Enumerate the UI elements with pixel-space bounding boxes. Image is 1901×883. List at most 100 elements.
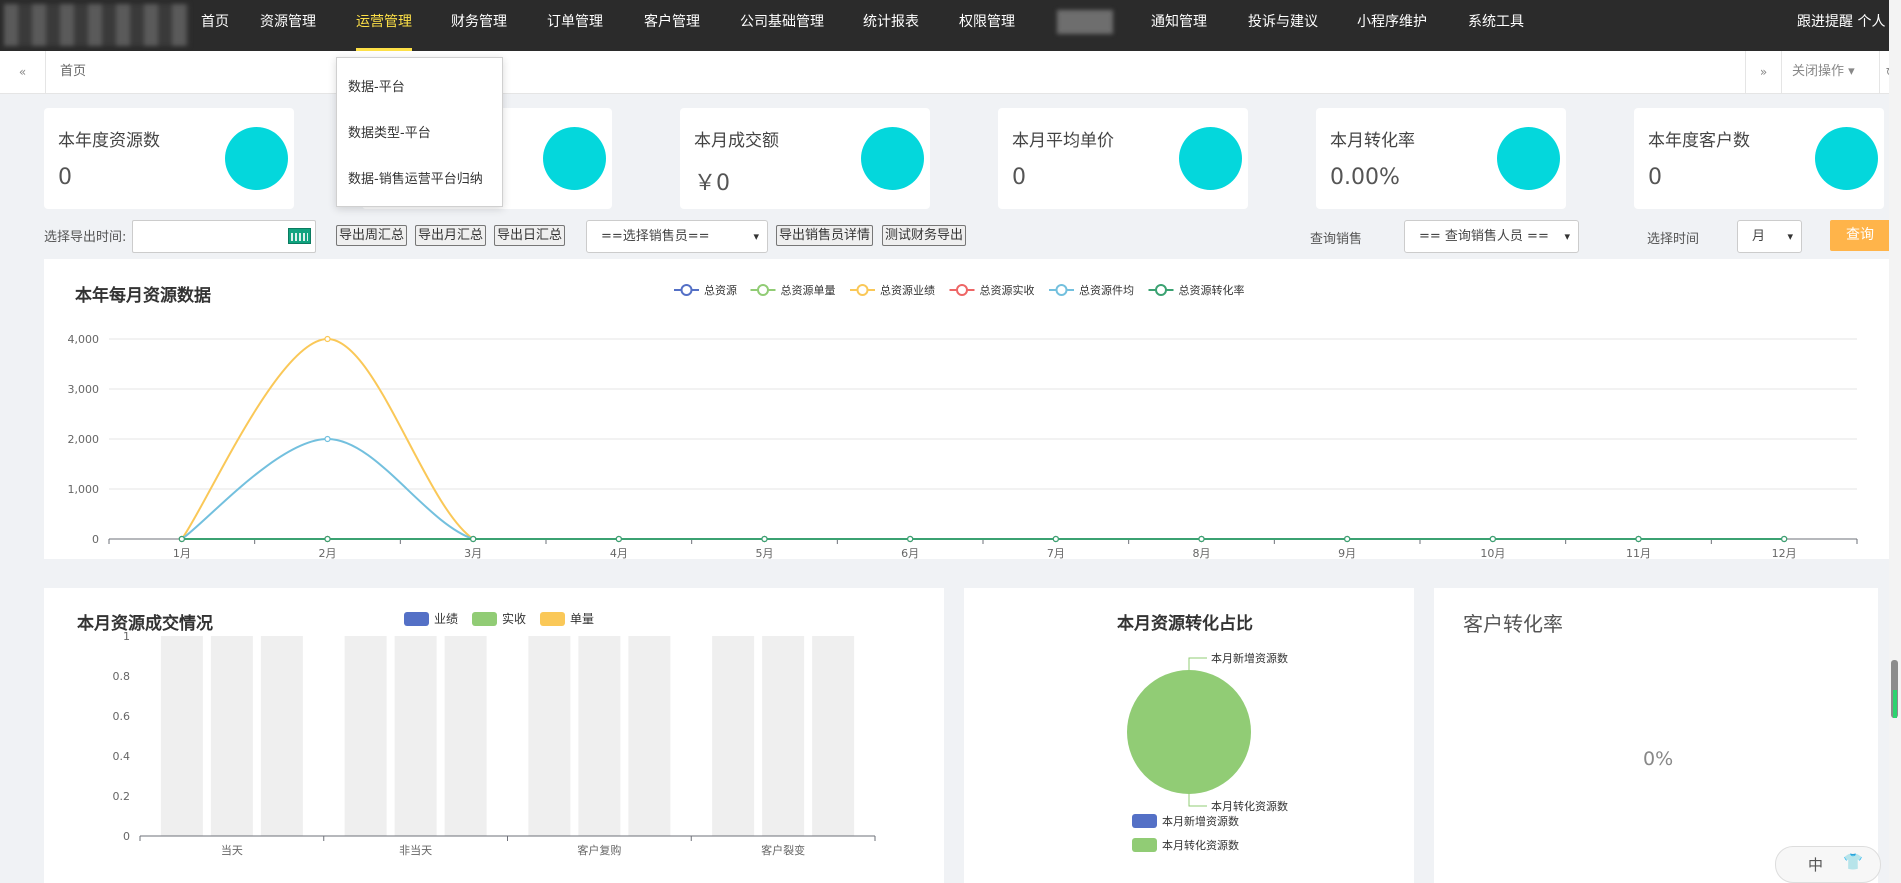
stat-card-value: ￥0 (694, 171, 730, 196)
y-tick-label: 4,000 (68, 333, 100, 346)
test-finance-export-button[interactable]: 测试财务导出 (882, 225, 967, 246)
y-tick-label: 0 (92, 533, 99, 546)
nav-item-miniprogram-maintenance[interactable]: 小程序维护 (1357, 0, 1427, 51)
stat-card-yearly-resources: 本年度资源数 0 (44, 108, 294, 209)
pie-slice-本月转化资源数 (1127, 670, 1251, 794)
dropdown-item-data-platform[interactable]: 数据-平台 (348, 76, 405, 95)
data-point (324, 435, 331, 443)
bar-background (528, 636, 571, 836)
legend-swatch (1132, 814, 1157, 828)
query-salesperson-select[interactable]: == 查询销售人员 == ▾ (1404, 220, 1579, 253)
label-leader (1188, 794, 1207, 807)
stat-card-title: 本月平均单价 (1012, 131, 1114, 151)
export-month-summary-button[interactable]: 导出月汇总 (415, 225, 487, 246)
resource-conversion-pie-chart: 本月新增资源数本月转化资源数本月新增资源数本月转化资源数 (1127, 651, 1288, 852)
nav-item-operations-management[interactable]: 运营管理 (356, 0, 412, 51)
stat-card-circle-icon (225, 127, 288, 190)
stat-card-monthly-average-price: 本月平均单价 0 (998, 108, 1248, 209)
legend-label: 总资源业绩 (880, 283, 935, 297)
x-tick-label: 1月 (173, 547, 191, 559)
follow-up-reminder-link[interactable]: 跟进提醒 个人 (1797, 0, 1901, 44)
nav-item-system-tools[interactable]: 系统工具 (1468, 0, 1524, 51)
ime-toolbar[interactable] (1775, 846, 1881, 883)
nav-item-statistics-reports[interactable]: 统计报表 (863, 0, 919, 51)
legend-label: 总资源 (704, 283, 737, 297)
chevron-down-icon: ▾ (753, 230, 759, 243)
x-tick-label: 7月 (1047, 547, 1065, 559)
tab-scroll-left-icon[interactable]: « (0, 51, 46, 93)
data-point (615, 535, 622, 543)
nav-item-order-management[interactable]: 订单管理 (547, 0, 603, 51)
x-tick-label: 非当天 (399, 843, 432, 857)
export-salesperson-detail-button[interactable]: 导出销售员详情 (776, 225, 874, 246)
export-day-summary-button[interactable]: 导出日汇总 (494, 225, 566, 246)
monthly-deal-bar-chart: 1 0.8 0.6 0.4 0.2 0 当天 非当天 客户复购 客户裂变 业绩 实收 单量 (113, 611, 876, 857)
bar-background (712, 636, 755, 836)
query-sales-label: 查询销售 (1310, 232, 1363, 247)
legend-swatch (540, 612, 565, 626)
y-tick-label: 0.4 (113, 750, 131, 763)
stat-card-circle-icon (1815, 127, 1878, 190)
data-point (1052, 535, 1059, 543)
nav-item-resource-management[interactable]: 资源管理 (260, 0, 316, 51)
stat-card-circle-icon (861, 127, 924, 190)
legend-label: 本月转化资源数 (1162, 838, 1239, 852)
y-tick-label: 0.2 (113, 790, 131, 803)
nav-item-permission-management[interactable]: 权限管理 (959, 0, 1015, 51)
ime-skin-icon[interactable]: 👕 (1843, 852, 1863, 871)
export-week-summary-button[interactable]: 导出周汇总 (336, 225, 408, 246)
bar-background (344, 636, 387, 836)
data-point (178, 535, 185, 543)
y-tick-label: 1 (123, 630, 130, 643)
bar-background (160, 636, 203, 836)
nav-item-finance-management[interactable]: 财务管理 (451, 0, 507, 51)
operations-dropdown-menu: 数据-平台 数据类型-平台 数据-销售运营平台归纳 (336, 57, 503, 207)
dropdown-item-sales-ops-summary[interactable]: 数据-销售运营平台归纳 (348, 168, 483, 187)
legend-swatch (472, 612, 497, 626)
stat-card-title: 本年度资源数 (58, 131, 160, 151)
top-navigation-bar: 首页 资源管理 运营管理 财务管理 订单管理 客户管理 公司基础管理 统计报表 … (0, 0, 1901, 51)
nav-item-company-basics[interactable]: 公司基础管理 (740, 0, 824, 51)
tab-scroll-right-icon[interactable]: » (1745, 51, 1781, 93)
y-tick-label: 1,000 (68, 483, 100, 496)
legend-marker (1155, 284, 1167, 296)
salesperson-select[interactable]: ==选择销售员== ▾ (586, 220, 768, 253)
stat-card-value: 0 (1012, 165, 1026, 190)
nav-item-blurred[interactable] (1057, 10, 1113, 34)
customer-conversion-value: 0% (1643, 748, 1674, 770)
bar-background (762, 636, 805, 836)
y-tick-label: 3,000 (68, 383, 100, 396)
legend-marker (956, 284, 968, 296)
x-tick-label: 3月 (464, 547, 482, 559)
page-scrollbar-track[interactable] (1889, 0, 1901, 883)
data-point (470, 535, 477, 543)
data-point (761, 535, 768, 543)
bar-background (210, 636, 253, 836)
data-point (1635, 535, 1642, 543)
calendar-icon[interactable] (288, 228, 311, 244)
monthly-resource-line-chart: 4,000 3,000 2,000 1,000 0 1月 2月 3月 4月 5月 6月 7月 8月 9月 1… (68, 283, 1858, 559)
stat-card-title: 本年度客户数 (1648, 131, 1750, 151)
close-operations-dropdown[interactable]: 关闭操作 ▾ (1781, 51, 1879, 93)
bar-background (812, 636, 855, 836)
customer-conversion-title: 客户转化率 (1463, 612, 1563, 636)
y-tick-label: 0 (123, 830, 130, 843)
chevron-down-icon: ▾ (1848, 64, 1855, 79)
nav-item-complaints-suggestions[interactable]: 投诉与建议 (1248, 0, 1318, 51)
y-tick-label: 0.8 (113, 670, 131, 683)
nav-item-notification-management[interactable]: 通知管理 (1151, 0, 1207, 51)
tab-home[interactable]: 首页 (60, 51, 86, 93)
time-granularity-select[interactable]: 月 ▾ (1737, 220, 1802, 253)
data-point (324, 535, 331, 543)
ime-chinese-mode-icon[interactable]: 中 (1808, 854, 1823, 875)
legend-marker (856, 284, 869, 296)
chevron-down-icon: ▾ (1787, 230, 1793, 243)
dropdown-item-data-type-platform[interactable]: 数据类型-平台 (348, 122, 431, 141)
nav-item-customer-management[interactable]: 客户管理 (644, 0, 700, 51)
stat-card-value: 0 (1648, 165, 1662, 190)
nav-item-home[interactable]: 首页 (201, 0, 229, 51)
legend-marker (1055, 284, 1068, 296)
logo-blurred (4, 4, 189, 46)
slice-label: 本月新增资源数 (1211, 651, 1288, 665)
bar-background (578, 636, 621, 836)
